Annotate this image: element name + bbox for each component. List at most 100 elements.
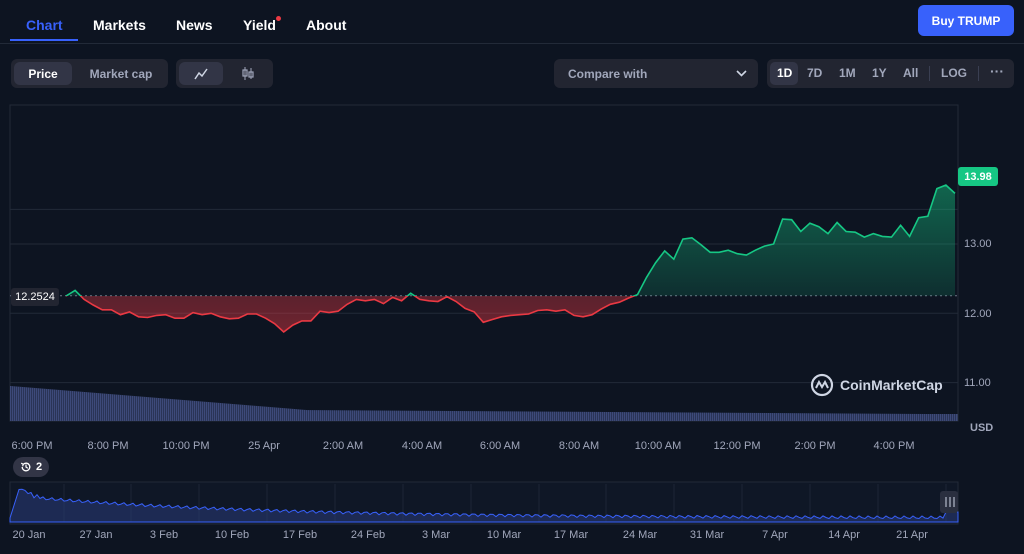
volume-bar — [678, 412, 680, 421]
x-tick-label: 10:00 AM — [634, 440, 682, 452]
volume-bar — [470, 411, 472, 421]
volume-bar — [810, 413, 812, 421]
volume-bar — [900, 413, 902, 421]
volume-bar — [544, 411, 546, 421]
volume-bar — [506, 411, 508, 421]
volume-bar — [488, 411, 490, 421]
volume-bar — [100, 393, 102, 421]
volume-bar — [512, 411, 514, 421]
volume-bar — [912, 413, 914, 421]
history-icon — [20, 462, 31, 472]
volume-bar — [162, 398, 164, 421]
volume-bar — [684, 412, 686, 421]
navigator-tick-label: 10 Mar — [486, 529, 522, 541]
currency-label: USD — [970, 422, 994, 434]
volume-bar — [598, 411, 600, 421]
volume-bar — [752, 412, 754, 421]
volume-bar — [868, 413, 870, 421]
volume-bar — [940, 414, 942, 421]
volume-bar — [462, 411, 464, 421]
volume-bar — [592, 411, 594, 421]
volume-bar — [888, 413, 890, 421]
volume-bar — [210, 402, 212, 421]
open-price-badge: 12.2524 — [11, 288, 59, 306]
volume-bar — [464, 411, 466, 421]
x-tick-label: 12:00 PM — [713, 440, 761, 452]
volume-bar — [666, 412, 668, 421]
navigator[interactable] — [9, 481, 959, 525]
volume-bar — [916, 413, 918, 421]
volume-bar — [848, 413, 850, 421]
volume-bar — [144, 396, 146, 421]
x-tick-label: 10:00 PM — [162, 440, 210, 452]
volume-bar — [634, 412, 636, 421]
volume-bar — [558, 411, 560, 421]
volume-bar — [480, 411, 482, 421]
volume-bar — [600, 411, 602, 421]
volume-bar — [664, 412, 666, 421]
volume-bar — [542, 411, 544, 421]
volume-bar — [84, 391, 86, 421]
x-tick-label: 25 Apr — [248, 440, 280, 452]
volume-bar — [750, 412, 752, 421]
volume-bar — [456, 411, 458, 421]
volume-bar — [312, 410, 314, 421]
volume-bar — [108, 393, 110, 421]
volume-bar — [344, 410, 346, 421]
volume-bar — [32, 387, 34, 421]
volume-bar — [490, 411, 492, 421]
volume-bar — [460, 411, 462, 421]
volume-bar — [142, 396, 144, 421]
volume-bar — [762, 412, 764, 421]
price-chart[interactable] — [0, 0, 1024, 554]
volume-bar — [828, 413, 830, 421]
volume-bar — [288, 408, 290, 421]
navigator-tick-label: 27 Jan — [79, 529, 113, 541]
volume-bar — [636, 412, 638, 421]
volume-bar — [956, 414, 958, 421]
volume-bar — [534, 411, 536, 421]
volume-bar — [942, 414, 944, 421]
navigator-tick-label: 7 Apr — [762, 529, 788, 541]
current-price-badge: 13.98 — [958, 167, 998, 186]
volume-bar — [472, 411, 474, 421]
volume-bar — [186, 400, 188, 421]
volume-bar — [726, 412, 728, 421]
volume-bar — [208, 402, 210, 421]
volume-bar — [36, 388, 38, 421]
volume-bar — [220, 403, 222, 421]
volume-bar — [478, 411, 480, 421]
volume-bar — [814, 413, 816, 421]
volume-bar — [570, 411, 572, 421]
volume-bar — [250, 405, 252, 421]
volume-bar — [430, 410, 432, 421]
volume-bar — [206, 401, 208, 421]
volume-bar — [934, 414, 936, 421]
volume-bar — [212, 402, 214, 421]
x-tick-label: 8:00 AM — [558, 440, 600, 452]
y-tick-label: 12.00 — [964, 308, 992, 320]
volume-bar — [556, 411, 558, 421]
volume-bar — [376, 410, 378, 421]
volume-bar — [322, 410, 324, 421]
volume-bar — [510, 411, 512, 421]
volume-bar — [736, 412, 738, 421]
navigator-tick-label: 10 Feb — [214, 529, 250, 541]
volume-bar — [860, 413, 862, 421]
volume-bar — [928, 414, 930, 421]
volume-bar — [266, 406, 268, 421]
volume-bar — [906, 413, 908, 421]
volume-bar — [352, 410, 354, 421]
volume-bar — [876, 413, 878, 421]
volume-bar — [836, 413, 838, 421]
volume-bar — [926, 413, 928, 421]
volume-bar — [406, 410, 408, 421]
volume-bar — [588, 411, 590, 421]
volume-bar — [86, 392, 88, 421]
volume-bar — [282, 408, 284, 421]
volume-bar — [526, 411, 528, 421]
volume-bar — [760, 412, 762, 421]
history-button[interactable]: 2 — [13, 457, 49, 477]
volume-bar — [846, 413, 848, 421]
volume-bar — [724, 412, 726, 421]
